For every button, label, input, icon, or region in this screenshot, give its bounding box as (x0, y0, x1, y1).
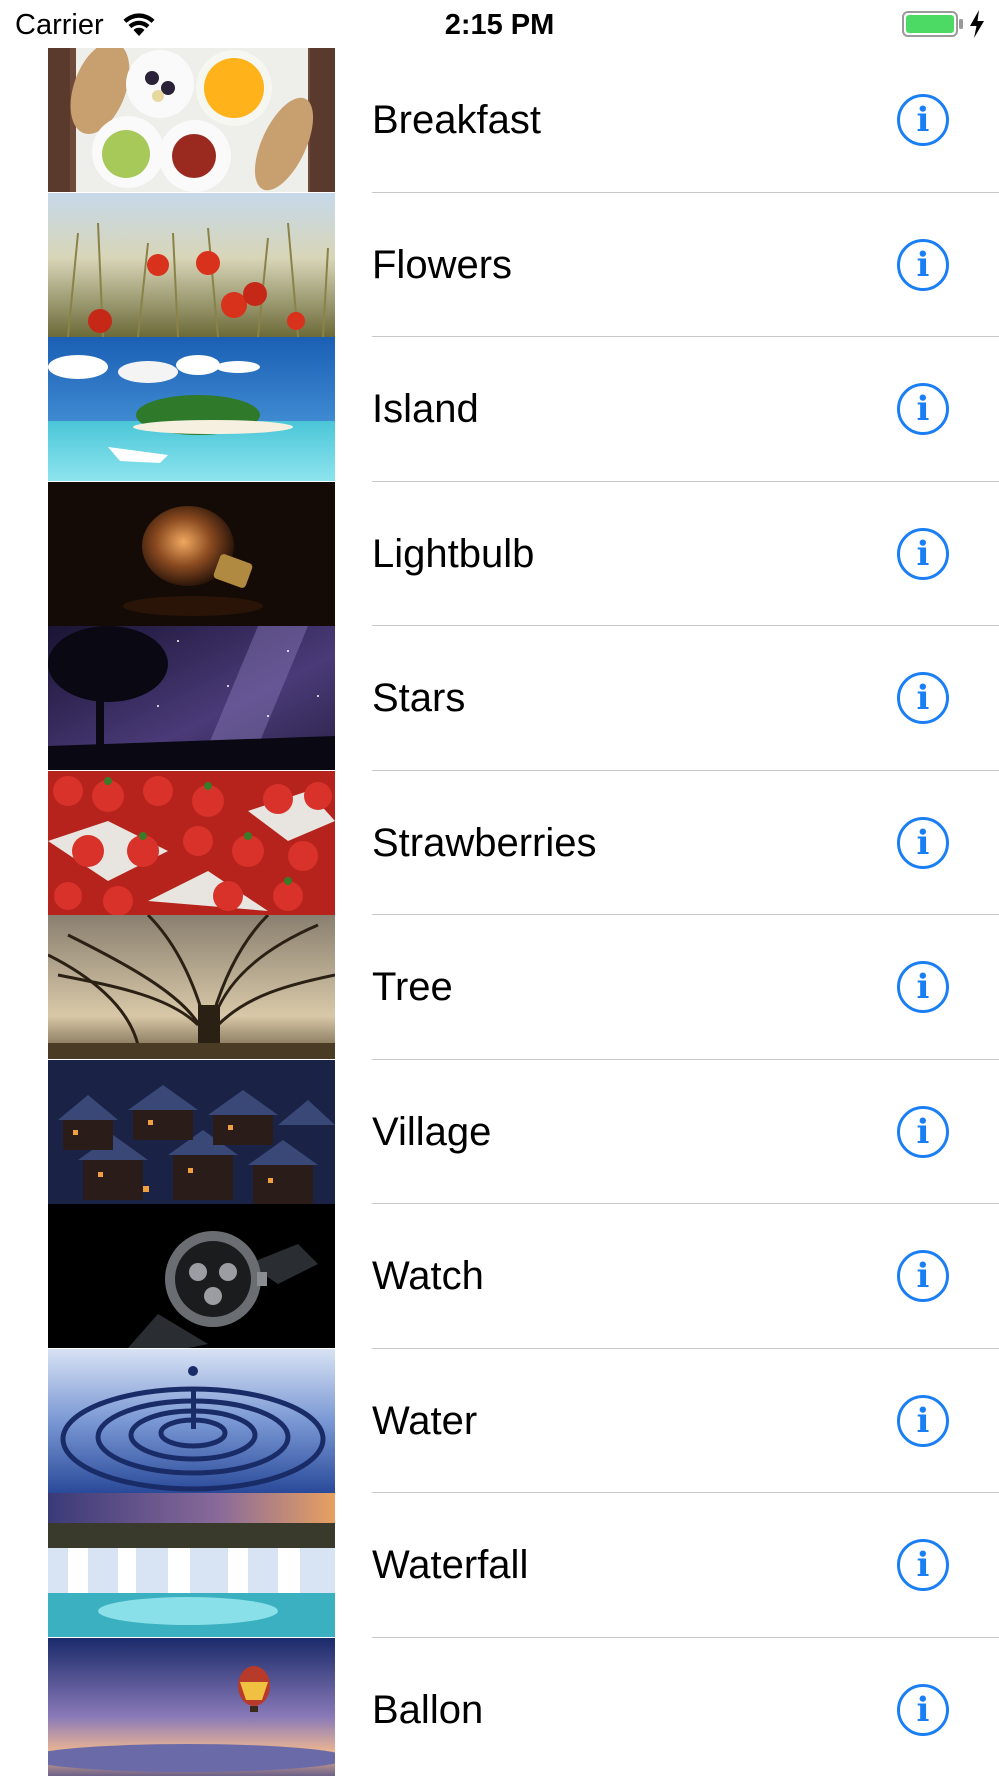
table-row[interactable]: Watch i (0, 1204, 999, 1349)
status-bar: Carrier 2:15 PM (0, 0, 999, 48)
photo-table[interactable]: Breakfast i Flowers i Island i Lightbulb… (0, 48, 999, 1776)
info-icon[interactable]: i (897, 1105, 949, 1158)
info-icon[interactable]: i (897, 238, 949, 291)
row-title: Village (372, 1109, 492, 1154)
info-glyph: i (916, 1400, 930, 1441)
info-glyph: i (916, 1256, 930, 1296)
row-title: Lightbulb (372, 531, 535, 576)
info-icon[interactable]: i (897, 816, 949, 869)
row-title: Water (372, 1398, 478, 1443)
info-glyph: i (916, 1111, 930, 1152)
info-glyph: i (916, 1545, 930, 1585)
table-row[interactable]: Ballon i (0, 1637, 999, 1776)
info-icon[interactable]: i (897, 527, 949, 580)
table-row[interactable]: Tree i (0, 915, 999, 1060)
village-photo (48, 1059, 335, 1204)
info-glyph: i (916, 1689, 930, 1730)
row-title: Ballon (372, 1687, 484, 1732)
row-title: Waterfall (372, 1543, 529, 1587)
info-icon[interactable]: i (897, 1394, 949, 1447)
row-title: Watch (372, 1254, 484, 1298)
water-photo (48, 1348, 335, 1493)
info-icon[interactable]: i (897, 1683, 949, 1736)
battery-full-icon (902, 10, 964, 38)
table-row[interactable]: Village i (0, 1059, 999, 1204)
table-row[interactable]: Waterfall i (0, 1493, 999, 1638)
row-title: Stars (372, 676, 466, 720)
info-icon[interactable]: i (897, 1539, 949, 1591)
table-row[interactable]: Stars i (0, 626, 999, 771)
info-glyph: i (916, 678, 930, 718)
row-title: Tree (372, 965, 453, 1009)
lightbulb-photo (48, 481, 335, 626)
ballon-photo (48, 1637, 335, 1776)
info-glyph: i (916, 100, 930, 140)
app-screen: Carrier 2:15 PM Breakfast i Flowers i Is… (0, 0, 999, 1776)
clock-label: 2:15 PM (444, 9, 555, 41)
flowers-photo (48, 192, 335, 337)
row-title: Island (372, 387, 479, 431)
row-title: Flowers (372, 242, 513, 287)
info-glyph: i (916, 533, 930, 574)
waterfall-photo (48, 1493, 335, 1637)
table-row[interactable]: Strawberries i (0, 770, 999, 915)
row-title: Strawberries (372, 820, 597, 865)
breakfast-photo (48, 48, 335, 192)
info-glyph: i (916, 389, 930, 429)
charging-bolt-icon (968, 9, 986, 39)
table-row[interactable]: Flowers i (0, 192, 999, 337)
table-row[interactable]: Island i (0, 337, 999, 482)
info-icon[interactable]: i (897, 1250, 949, 1302)
info-glyph: i (916, 967, 930, 1007)
table-row[interactable]: Lightbulb i (0, 481, 999, 626)
table-row[interactable]: Water i (0, 1348, 999, 1493)
island-photo (48, 337, 335, 481)
info-icon[interactable]: i (897, 94, 949, 146)
info-icon[interactable]: i (897, 961, 949, 1013)
info-glyph: i (916, 244, 930, 285)
row-title: Breakfast (372, 98, 541, 142)
watch-photo (48, 1204, 335, 1348)
info-glyph: i (916, 822, 930, 863)
tree-photo (48, 915, 335, 1059)
info-icon[interactable]: i (897, 383, 949, 435)
table-row[interactable]: Breakfast i (0, 48, 999, 193)
stars-photo (48, 626, 335, 770)
info-icon[interactable]: i (897, 672, 949, 724)
strawberries-photo (48, 770, 335, 915)
